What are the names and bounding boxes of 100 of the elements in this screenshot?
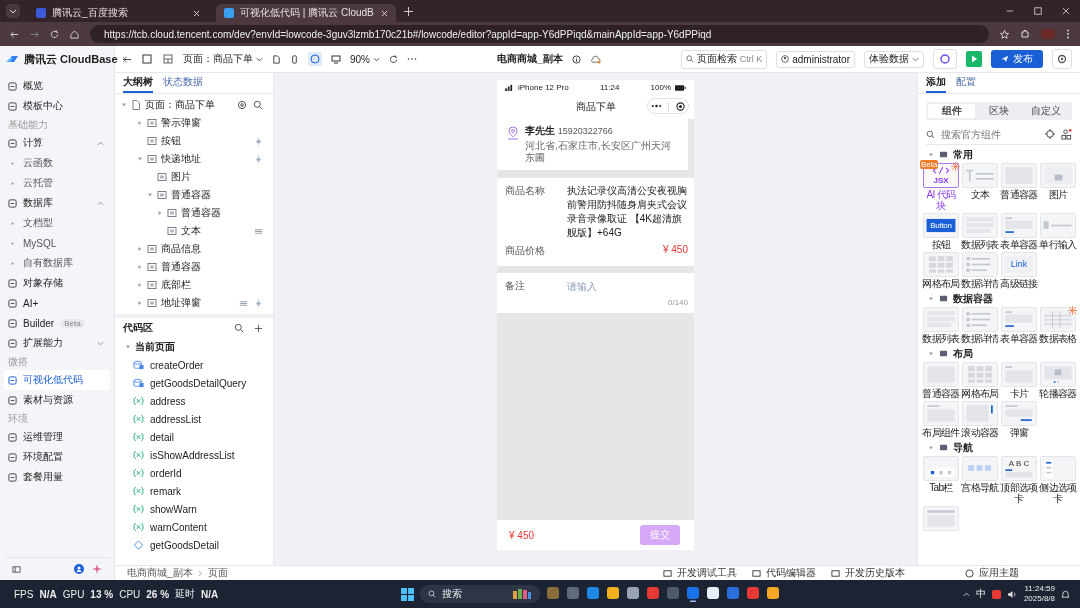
- minimize-icon[interactable]: [1006, 7, 1014, 15]
- segment-tab[interactable]: 自定义: [1022, 104, 1070, 118]
- component-thumbnail[interactable]: [1001, 163, 1037, 188]
- code-item[interactable]: showWarn: [150, 503, 197, 515]
- tab-search-button[interactable]: [6, 4, 20, 18]
- component-thumbnail[interactable]: [923, 401, 959, 426]
- toolbar-button[interactable]: 开发调试工具: [677, 566, 737, 580]
- panel-tab[interactable]: 大纲树: [123, 73, 153, 93]
- nav-item[interactable]: 对象存储: [23, 276, 63, 290]
- chevron-icon[interactable]: [256, 55, 263, 63]
- component-thumbnail[interactable]: [962, 362, 998, 387]
- segment-tab[interactable]: 组件: [928, 104, 976, 118]
- forward-icon[interactable]: [30, 29, 39, 39]
- tree-item[interactable]: 地址弹窗: [161, 296, 201, 310]
- toolbar-button[interactable]: 代码编辑器: [766, 566, 816, 580]
- caret-icon[interactable]: [121, 102, 127, 108]
- component-thumbnail[interactable]: [1040, 163, 1076, 188]
- tree-item[interactable]: 普通容器: [161, 260, 201, 274]
- caret-icon[interactable]: [928, 444, 934, 451]
- speaker-icon[interactable]: [1006, 589, 1018, 599]
- component-thumbnail[interactable]: [923, 506, 959, 531]
- ai-ring-icon[interactable]: [933, 49, 957, 69]
- nav-item[interactable]: 文档型: [23, 216, 53, 230]
- compass-icon[interactable]: [308, 52, 322, 66]
- nav-item[interactable]: 计算: [23, 136, 43, 150]
- theme-button[interactable]: 应用主题: [979, 566, 1019, 580]
- app-icon[interactable]: [706, 586, 721, 602]
- notification-icon[interactable]: [1061, 589, 1070, 599]
- user-avatar-icon[interactable]: [74, 564, 84, 574]
- zoom-dropdown[interactable]: 90%: [350, 53, 370, 65]
- info-icon[interactable]: [571, 54, 581, 64]
- publish-button[interactable]: 发布: [991, 50, 1043, 68]
- component-thumbnail[interactable]: [962, 401, 998, 426]
- search-icon[interactable]: [234, 323, 244, 333]
- add-icon[interactable]: [254, 323, 263, 333]
- caret-icon[interactable]: [137, 300, 143, 306]
- component-thumbnail[interactable]: [962, 213, 998, 238]
- component-thumbnail[interactable]: [1040, 362, 1076, 387]
- panel-tab[interactable]: 添加: [926, 73, 946, 93]
- tree-item[interactable]: 商品信息: [161, 242, 201, 256]
- breadcrumb-item[interactable]: 页面: [207, 566, 228, 580]
- caret-icon[interactable]: [928, 350, 934, 357]
- component-thumbnail[interactable]: [1001, 307, 1037, 332]
- panel-tab[interactable]: 配置: [956, 73, 976, 93]
- sparkle-icon[interactable]: [92, 564, 102, 574]
- tree-item[interactable]: 快递地址: [161, 152, 201, 166]
- page-icon[interactable]: [141, 53, 153, 65]
- browser-tab[interactable]: 可视化低代码 | 腾讯云 CloudB: [216, 4, 396, 22]
- collapse-sidebar-icon[interactable]: [12, 564, 21, 574]
- input-method[interactable]: 中: [975, 587, 986, 601]
- code-item[interactable]: createOrder: [150, 359, 204, 371]
- tree-item[interactable]: 普通容器: [181, 206, 221, 220]
- back-icon[interactable]: [123, 54, 132, 64]
- play-button[interactable]: [966, 51, 982, 67]
- code-item[interactable]: detail: [150, 431, 174, 443]
- toolbar-button[interactable]: 开发历史版本: [845, 566, 905, 580]
- search-icon[interactable]: [253, 100, 263, 110]
- component-thumbnail[interactable]: Button: [923, 213, 959, 238]
- chevron-icon[interactable]: [962, 590, 970, 598]
- caret-icon[interactable]: [125, 344, 131, 350]
- maximize-icon[interactable]: [1034, 7, 1042, 15]
- code-item[interactable]: addressList: [150, 413, 202, 425]
- settings-icon[interactable]: [237, 100, 247, 110]
- app-icon[interactable]: [766, 586, 781, 602]
- app-icon[interactable]: [606, 586, 621, 602]
- component-thumbnail[interactable]: Beta JSX: [923, 163, 959, 188]
- desktop-icon[interactable]: [331, 54, 341, 64]
- tree-item[interactable]: 页面：商品下单: [145, 98, 215, 112]
- caret-icon[interactable]: [137, 282, 143, 288]
- page-search-button[interactable]: 页面检索: [696, 52, 737, 66]
- component-thumbnail[interactable]: [923, 456, 959, 481]
- tree-item[interactable]: 警示弹窗: [161, 116, 201, 130]
- caret-icon[interactable]: [928, 295, 934, 302]
- nav-item[interactable]: 模板中心: [23, 99, 63, 113]
- component-thumbnail[interactable]: [962, 307, 998, 332]
- mobile-icon[interactable]: [290, 54, 299, 64]
- code-item[interactable]: isShowAddressList: [150, 449, 235, 461]
- home-icon[interactable]: [70, 29, 79, 39]
- nav-item[interactable]: 素材与资源: [23, 393, 73, 407]
- layout-icon[interactable]: [162, 53, 174, 65]
- panel-tab[interactable]: 状态数据: [163, 73, 203, 93]
- page-dropdown[interactable]: 页面：商品下单: [183, 52, 253, 66]
- component-thumbnail[interactable]: [1001, 213, 1037, 238]
- new-tab-icon[interactable]: [404, 6, 413, 16]
- nav-item[interactable]: 云托管: [23, 176, 53, 190]
- shapes-icon[interactable]: [1061, 128, 1072, 140]
- code-item[interactable]: address: [150, 395, 186, 407]
- tree-item[interactable]: 文本: [181, 224, 201, 238]
- nav-item[interactable]: 环境配置: [23, 450, 63, 464]
- chevron-icon[interactable]: [373, 55, 380, 63]
- tree-item[interactable]: 普通容器: [171, 188, 211, 202]
- component-thumbnail[interactable]: [962, 252, 998, 277]
- component-thumbnail[interactable]: Link: [1001, 252, 1037, 277]
- data-mode-dropdown[interactable]: 体验数据: [864, 50, 924, 68]
- tree-item[interactable]: 按钮: [161, 134, 181, 148]
- caret-icon[interactable]: [137, 246, 143, 252]
- tree-item[interactable]: 底部栏: [161, 278, 191, 292]
- component-thumbnail[interactable]: [1040, 456, 1076, 481]
- component-search-field[interactable]: 搜索官方组件: [941, 128, 1039, 140]
- nav-item[interactable]: Builder: [23, 317, 55, 329]
